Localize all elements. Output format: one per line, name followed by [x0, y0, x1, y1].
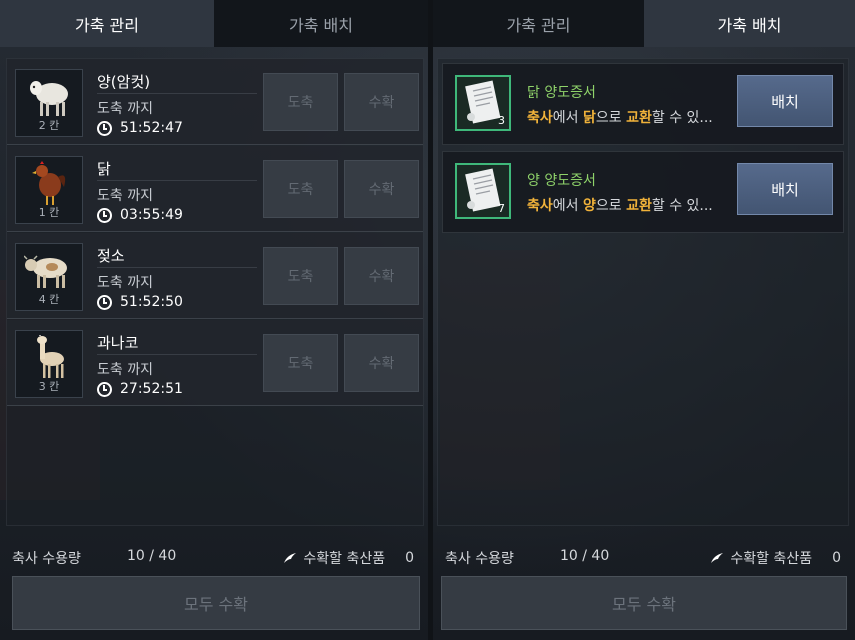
animal-name: 양(암컷): [97, 73, 151, 91]
highlight-animal: 양: [582, 198, 596, 214]
tab-livestock-placement[interactable]: 가축 배치: [644, 0, 855, 47]
animal-row-guanaco[interactable]: 3 칸 과나코 도축 까지 27:52:51 도축 수확: [7, 320, 423, 406]
livestock-management-pane: 가축 관리 가축 배치 2 칸 양(암컷) 도축 까지 51:52:47 도축 …: [0, 0, 428, 640]
animal-size: 3 칸: [38, 380, 60, 393]
slaughter-until-label: 도축 까지: [97, 101, 153, 117]
harvestable-count: 0: [832, 550, 841, 566]
desc-text: 으로: [595, 110, 627, 126]
countdown-timer: 03:55:49: [97, 207, 183, 223]
animal-name: 과나코: [97, 334, 139, 352]
harvest-all-button[interactable]: 모두 수확: [441, 576, 847, 630]
certificate-row-sheep: 7 양 양도증서 축사에서 양으로 교환할 수 있... 배치: [442, 151, 844, 233]
animal-thumbnail: 1 칸: [15, 156, 83, 224]
slaughter-until-label: 도축 까지: [97, 188, 153, 204]
clock-icon: [97, 120, 112, 136]
capacity-label: 축사 수용량: [12, 551, 81, 567]
tab-livestock-management[interactable]: 가축 관리: [0, 0, 214, 47]
desc-text: 할 수 있...: [651, 110, 713, 126]
harvest-button[interactable]: 수확: [344, 334, 419, 392]
slaughter-button[interactable]: 도축: [263, 334, 338, 392]
harvestable-products: 수확할 축산품 0: [710, 548, 841, 568]
certificate-item: 7: [455, 163, 511, 219]
slaughter-until-label: 도축 까지: [97, 362, 153, 378]
clock-icon: [97, 207, 112, 223]
animal-thumbnail: 4 칸: [15, 243, 83, 311]
harvest-button[interactable]: 수확: [344, 160, 419, 218]
desc-text: 할 수 있...: [651, 198, 713, 214]
certificate-description: 축사에서 양으로 교환할 수 있...: [527, 195, 713, 215]
livestock-placement-pane: 가축 관리 가축 배치 3 닭 양도증서 축사에서 닭으로 교환할 수 있...…: [433, 0, 855, 640]
item-count: 7: [498, 202, 505, 215]
tab-livestock-management[interactable]: 가축 관리: [433, 0, 644, 47]
capacity-label: 축사 수용량: [445, 551, 514, 567]
highlight-barn: 축사: [527, 198, 553, 214]
divider: [97, 93, 257, 94]
highlight-animal: 닭: [582, 110, 596, 126]
place-button[interactable]: 배치: [737, 163, 833, 215]
timer-value: 51:52:50: [120, 294, 183, 310]
harvest-all-button[interactable]: 모두 수확: [12, 576, 420, 630]
slaughter-button[interactable]: 도축: [263, 160, 338, 218]
clock-icon: [97, 294, 112, 310]
harvest-button[interactable]: 수확: [344, 73, 419, 131]
highlight-barn: 축사: [527, 110, 553, 126]
harvest-icon: [284, 553, 297, 563]
capacity-value: 10 / 40: [127, 548, 177, 564]
animal-size: 4 칸: [38, 293, 60, 306]
slaughter-button[interactable]: 도축: [263, 73, 338, 131]
countdown-timer: 51:52:47: [97, 120, 183, 136]
item-count: 3: [498, 114, 505, 127]
capacity-value: 10 / 40: [560, 548, 610, 564]
timer-value: 03:55:49: [120, 207, 183, 223]
footer-stats: 축사 수용량 10 / 40 수확할 축산품 0: [445, 546, 841, 568]
footer-stats: 축사 수용량 10 / 40 수확할 축산품 0: [12, 546, 414, 568]
animal-name: 닭: [97, 160, 111, 178]
animal-size: 1 칸: [38, 206, 60, 219]
divider: [97, 354, 257, 355]
sheep-icon: [30, 81, 68, 116]
divider: [97, 180, 257, 181]
animal-thumbnail: 2 칸: [15, 69, 83, 137]
desc-text: 에서: [552, 198, 583, 214]
clock-icon: [97, 381, 112, 397]
countdown-timer: 27:52:51: [97, 381, 183, 397]
tab-livestock-placement[interactable]: 가축 배치: [214, 0, 428, 47]
divider: [97, 267, 257, 268]
animal-thumbnail: 3 칸: [15, 330, 83, 398]
chicken-icon: [32, 161, 66, 205]
countdown-timer: 51:52:50: [97, 294, 183, 310]
animal-row-cow[interactable]: 4 칸 젖소 도축 까지 51:52:50 도축 수확: [7, 233, 423, 319]
animal-size: 2 칸: [38, 119, 60, 132]
harvest-button[interactable]: 수확: [344, 247, 419, 305]
certificate-title: 닭 양도증서: [527, 85, 596, 101]
desc-text: 에서: [552, 110, 583, 126]
tab-bar: 가축 관리 가축 배치: [0, 0, 428, 47]
highlight-exchange: 교환: [626, 110, 652, 126]
certificate-description: 축사에서 닭으로 교환할 수 있...: [527, 107, 713, 127]
certificate-row-chicken: 3 닭 양도증서 축사에서 닭으로 교환할 수 있... 배치: [442, 63, 844, 145]
livestock-screen: 가축 관리 가축 배치 2 칸 양(암컷) 도축 까지 51:52:47 도축 …: [0, 0, 855, 640]
slaughter-button[interactable]: 도축: [263, 247, 338, 305]
animal-list: 2 칸 양(암컷) 도축 까지 51:52:47 도축 수확 1 칸 닭 도축 …: [6, 58, 424, 526]
certificate-list: 3 닭 양도증서 축사에서 닭으로 교환할 수 있... 배치 7 양 양도증서…: [437, 58, 849, 526]
harvestable-label: 수확할 축산품: [730, 551, 813, 567]
certificate-title: 양 양도증서: [527, 173, 596, 189]
harvestable-label: 수확할 축산품: [303, 551, 386, 567]
harvestable-products: 수확할 축산품 0: [283, 548, 414, 568]
certificate-item: 3: [455, 75, 511, 131]
place-button[interactable]: 배치: [737, 75, 833, 127]
highlight-exchange: 교환: [626, 198, 652, 214]
harvestable-count: 0: [405, 550, 414, 566]
animal-name: 젖소: [97, 247, 125, 265]
guanaco-icon: [37, 335, 64, 378]
animal-row-sheep[interactable]: 2 칸 양(암컷) 도축 까지 51:52:47 도축 수확: [7, 59, 423, 145]
animal-row-chicken[interactable]: 1 칸 닭 도축 까지 03:55:49 도축 수확: [7, 146, 423, 232]
slaughter-until-label: 도축 까지: [97, 275, 153, 291]
desc-text: 으로: [595, 198, 627, 214]
harvest-icon: [711, 553, 724, 563]
tab-bar: 가축 관리 가축 배치: [433, 0, 855, 47]
timer-value: 51:52:47: [120, 120, 183, 136]
cow-icon: [24, 255, 67, 288]
timer-value: 27:52:51: [120, 381, 183, 397]
